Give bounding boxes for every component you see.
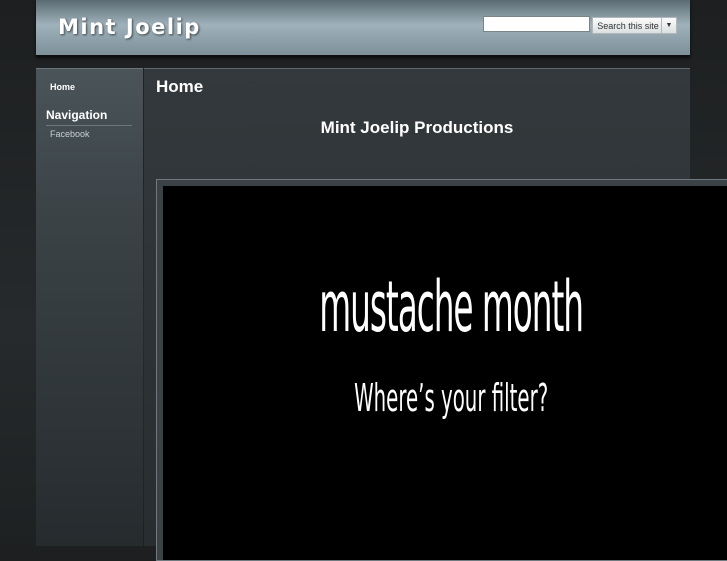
search-button[interactable]: Search this site ▼ xyxy=(592,17,677,34)
search-button-label[interactable]: Search this site xyxy=(593,21,661,31)
sidebar-divider xyxy=(46,125,132,126)
sidebar-item-facebook[interactable]: Facebook xyxy=(50,129,90,139)
sidebar: Home Navigation Facebook xyxy=(36,68,143,546)
caret-down-icon[interactable]: ▼ xyxy=(661,18,676,33)
video-embed[interactable]: mustache month Where’s your filter? xyxy=(156,179,727,561)
video-headline: mustache month xyxy=(319,266,584,348)
video-player[interactable]: mustache month Where’s your filter? xyxy=(163,186,727,560)
video-subline: Where’s your filter? xyxy=(354,376,549,420)
site-header: Mint Joelip Search this site ▼ xyxy=(36,0,690,56)
search-input[interactable] xyxy=(483,16,590,32)
site-title[interactable]: Mint Joelip xyxy=(58,15,201,39)
sidebar-item-home[interactable]: Home xyxy=(50,82,75,92)
page-title: Home xyxy=(156,77,204,96)
sidebar-navigation-heading: Navigation xyxy=(46,108,108,122)
page-subtitle: Mint Joelip Productions xyxy=(320,118,514,137)
